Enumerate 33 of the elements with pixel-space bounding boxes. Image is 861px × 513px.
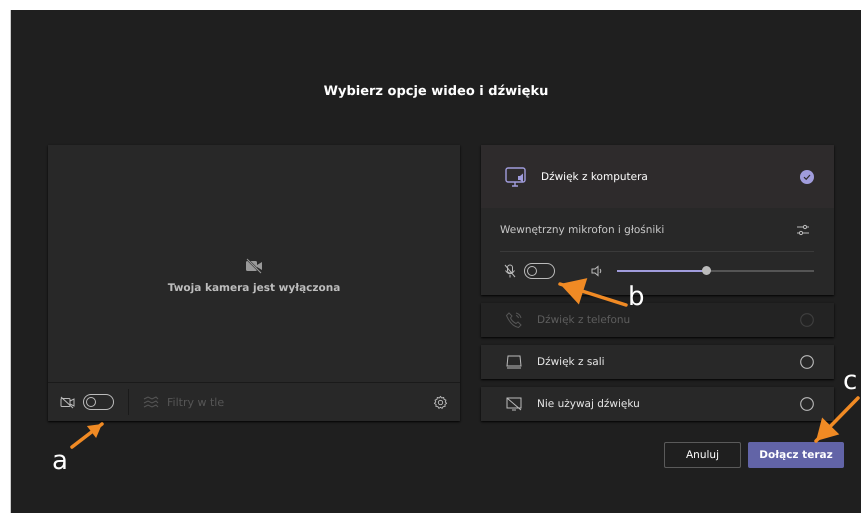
camera-off-icon (60, 396, 75, 408)
dialog-title: Wybierz opcje wideo i dźwięku (322, 83, 550, 101)
background-filter-icon (143, 396, 159, 408)
computer-speaker-icon (505, 166, 527, 188)
check-icon (800, 170, 814, 184)
device-settings-icon[interactable] (796, 224, 810, 236)
microphone-toggle[interactable] (524, 263, 555, 279)
audio-option-label: Dźwięk z sali (537, 356, 605, 368)
annotation-arrow (814, 396, 860, 443)
radio-button[interactable] (800, 397, 814, 411)
annotation-letter: c (843, 368, 858, 394)
audio-option[interactable]: Dźwięk z komputera (481, 145, 834, 208)
audio-option-label: Nie używaj dźwięku (537, 398, 640, 410)
radio-button[interactable] (800, 355, 814, 369)
cancel-button[interactable]: Anuluj (664, 442, 741, 468)
camera-toggle[interactable] (83, 394, 114, 410)
audio-option[interactable]: Nie używaj dźwięku (481, 387, 834, 421)
no-audio-icon (505, 396, 523, 412)
audio-option[interactable]: Dźwięk z sali (481, 345, 834, 379)
audio-option-label: Dźwięk z komputera (541, 170, 648, 182)
room-device-icon (505, 354, 523, 370)
annotation-letter: a (52, 448, 68, 474)
camera-off-icon (245, 258, 263, 274)
mic-off-icon (504, 264, 516, 278)
annotation-arrow (70, 422, 104, 449)
device-label: Wewnętrzny mikrofon i głośniki (500, 224, 664, 236)
settings-icon[interactable] (433, 394, 448, 410)
camera-off-message: Twoja kamera jest wyłączona (168, 282, 340, 294)
phone-icon (505, 311, 523, 329)
annotation-arrow (558, 278, 628, 307)
join-button[interactable]: Dołącz teraz (748, 442, 844, 468)
speaker-icon (591, 265, 603, 277)
audio-option-label: Dźwięk z telefonu (537, 314, 630, 326)
